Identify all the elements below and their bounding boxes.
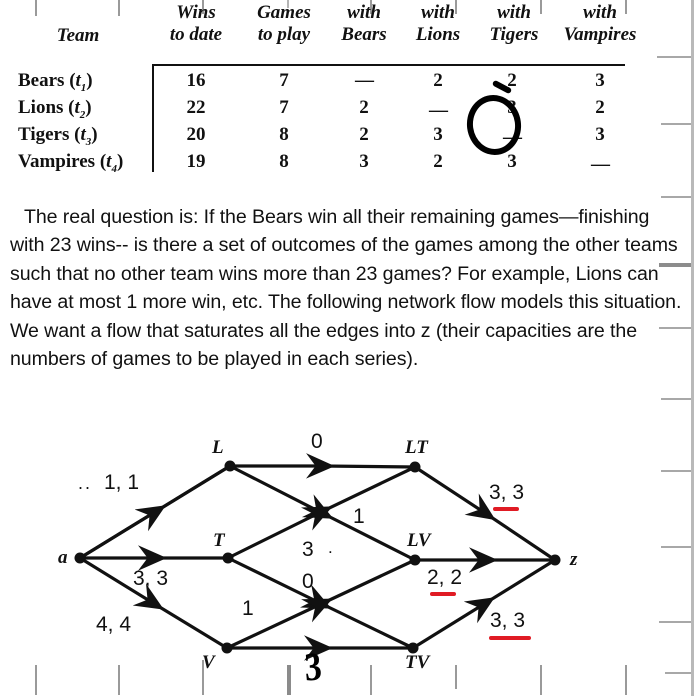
cell-bears-games: 7 <box>279 70 289 91</box>
table-header-team: Team <box>18 25 138 47</box>
handwritten-three-annotation: 3 <box>303 643 323 690</box>
table-header-with-vampires: with Vampires <box>544 2 656 46</box>
node-label-L: L <box>212 437 224 458</box>
header-line2: to date <box>169 24 223 45</box>
node-label-T: T <box>213 530 225 551</box>
table-column-rule <box>152 66 155 172</box>
cell-vampires-vs-vampires: — <box>591 154 610 175</box>
cell-tigers-wins: 20 <box>186 124 206 145</box>
node-label-z: z <box>570 549 578 570</box>
edge-label-a-to-V: 4, 4 <box>96 613 132 636</box>
row-team-name: Tigers <box>18 124 70 145</box>
node-label-TV: TV <box>405 652 430 673</box>
header-line2: Bears <box>341 24 387 45</box>
cell-lions-vs-lions: — <box>429 100 448 121</box>
table-row: Lions (t2) <box>18 97 92 121</box>
edge-label-LT-to-z: 3, 3 <box>489 481 525 504</box>
cell-vampires-games: 8 <box>279 151 289 172</box>
cell-tigers-vs-vampires: 3 <box>595 124 605 145</box>
cell-bears-vs-lions: 2 <box>433 70 443 91</box>
cell-tigers-vs-bears: 2 <box>359 124 369 145</box>
node-a <box>74 552 86 564</box>
node-LV <box>409 554 421 566</box>
cell-bears-wins: 16 <box>186 70 206 91</box>
red-underline-LT-to-z <box>493 507 519 511</box>
edge-L-to-LT-arrow <box>230 453 416 479</box>
edge-label-T-to-LT-dot: . <box>328 538 333 557</box>
node-label-V: V <box>202 652 215 673</box>
node-L <box>224 460 236 472</box>
header-line1: Games <box>257 2 311 23</box>
cell-bears-vs-vampires: 3 <box>595 70 605 91</box>
table-header-with-lions: with Lions <box>400 2 476 46</box>
edge-label-LV-to-z: 2, 2 <box>427 566 463 589</box>
node-z <box>549 554 561 566</box>
header-line2: Vampires <box>563 24 637 45</box>
header-line2: Lions <box>415 24 461 45</box>
table-row: Tigers (t3) <box>18 124 98 148</box>
red-underline-TV-to-z <box>489 636 531 640</box>
row-team-name: Bears <box>18 70 65 91</box>
node-LT <box>409 461 421 473</box>
cell-lions-games: 7 <box>279 97 289 118</box>
cell-lions-vs-bears: 2 <box>359 97 369 118</box>
row-team-index: 3 <box>85 135 92 148</box>
row-team-name: Vampires <box>18 151 96 172</box>
edge-label-a-to-L-prefix: .. <box>78 473 93 493</box>
cell-lions-vs-vampires: 2 <box>595 97 605 118</box>
node-T <box>222 552 234 564</box>
cell-tigers-vs-lions: 3 <box>433 124 443 145</box>
edge-label-V-to-LV: 1 <box>242 597 254 620</box>
red-underline-LV-to-z <box>430 592 456 596</box>
cell-bears-vs-bears: — <box>355 70 374 91</box>
network-flow-diagram: a L T V LT LV TV z .. 1, 1 3, 3 4, 4 0 1… <box>0 425 700 696</box>
node-label-a: a <box>58 547 68 568</box>
scanned-page: Team Wins to date Games to play with Bea… <box>0 0 700 696</box>
edge-label-a-to-L: 1, 1 <box>104 471 140 494</box>
header-line2: Team <box>56 25 100 46</box>
row-team-name: Lions <box>18 97 64 118</box>
row-team-index: 2 <box>79 108 86 121</box>
edge-label-a-to-T: 3, 3 <box>133 567 169 590</box>
header-line1: with <box>421 2 455 23</box>
body-paragraph: The real question is: If the Bears win a… <box>10 206 682 371</box>
edge-LT-to-z-arrow <box>414 465 556 562</box>
cell-vampires-vs-lions: 2 <box>433 151 443 172</box>
table-row: Bears (t1) <box>18 70 93 94</box>
cell-vampires-vs-bears: 3 <box>359 151 369 172</box>
header-line2: to play <box>257 24 311 45</box>
row-team-index: 1 <box>80 81 87 94</box>
standings-table: Team Wins to date Games to play with Bea… <box>0 0 660 190</box>
row-team-index: 4 <box>111 162 117 175</box>
edge-a-to-L-arrow <box>79 464 231 560</box>
header-line1: with <box>347 2 381 23</box>
header-line1: with <box>583 2 617 23</box>
node-label-LV: LV <box>407 530 431 551</box>
network-flow-svg <box>74 453 561 661</box>
edge-label-TV-to-z: 3, 3 <box>490 609 526 632</box>
table-row: Vampires (t4) <box>18 151 124 175</box>
header-line1: Wins <box>176 2 216 23</box>
node-label-LT: LT <box>405 437 428 458</box>
cell-tigers-games: 8 <box>279 124 289 145</box>
node-V <box>221 642 233 654</box>
edge-label-L-to-LV: 1 <box>353 505 365 528</box>
table-header-rule <box>152 64 625 67</box>
cell-lions-wins: 22 <box>186 97 206 118</box>
edge-label-T-to-LT: 3 <box>302 538 314 561</box>
table-header-games-to-play: Games to play <box>240 2 328 46</box>
table-header-wins-to-date: Wins to date <box>152 2 240 46</box>
cell-vampires-wins: 19 <box>186 151 206 172</box>
edge-label-L-to-LT: 0 <box>311 430 323 453</box>
table-header-with-bears: with Bears <box>326 2 402 46</box>
edge-label-T-to-TV: 0 <box>302 570 314 593</box>
